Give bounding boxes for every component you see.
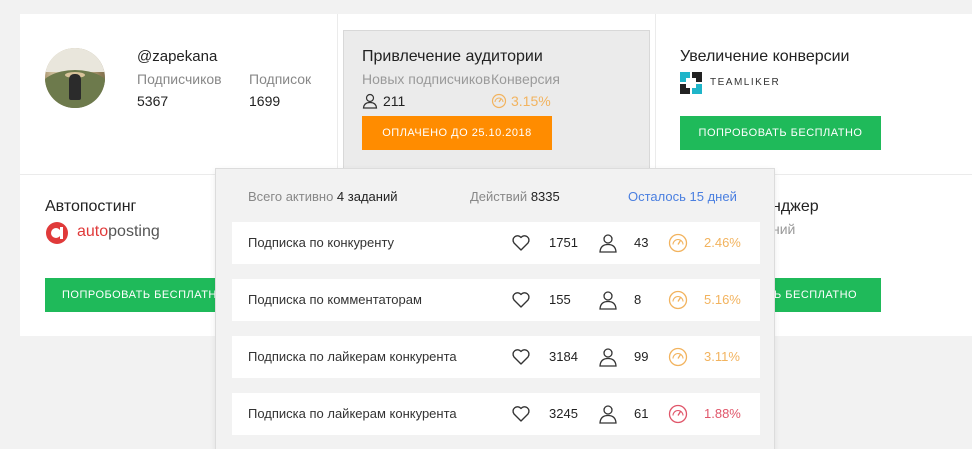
actions-label: Действий (470, 189, 528, 204)
user-icon (598, 347, 618, 367)
autoposting-logo-suffix: posting (108, 223, 160, 240)
try-free-conversion-button[interactable]: ПОПРОБОВАТЬ БЕСПЛАТНО (680, 116, 881, 150)
user-icon (598, 290, 618, 310)
messenger-subtitle: ний (772, 221, 796, 237)
gauge-icon (668, 233, 688, 253)
total-active: Всего активно 4 заданий (248, 189, 397, 204)
autoposting-logo-text: autoposting (77, 223, 160, 241)
following-label: Подписок (249, 71, 312, 87)
gauge-icon (668, 290, 688, 310)
task-conversion: 1.88% (704, 406, 741, 421)
card-divider (337, 14, 338, 174)
gauge-icon (668, 347, 688, 367)
avatar[interactable] (45, 48, 105, 108)
teamliker-logo-text: TEAMLIKER (710, 77, 781, 88)
task-name: Подписка по комментаторам (248, 292, 422, 307)
heart-icon (511, 233, 531, 253)
try-free-messenger-button[interactable]: Ь БЕСПЛАТНО (772, 278, 881, 312)
actions-total: Действий 8335 (470, 189, 560, 204)
actions-value: 8335 (530, 189, 560, 204)
messenger-title: нджер (772, 198, 819, 215)
paid-until-button[interactable]: ОПЛАЧЕНО ДО 25.10.2018 (362, 116, 552, 150)
task-likes: 1751 (549, 235, 578, 250)
user-icon (598, 233, 618, 253)
task-users: 99 (634, 349, 649, 364)
remaining-days-link[interactable]: Осталось 15 дней (628, 189, 737, 204)
gauge-icon (491, 93, 507, 109)
task-conversion: 2.46% (704, 235, 741, 250)
conversion-value: 3.15% (511, 93, 551, 109)
task-likes: 3184 (549, 349, 578, 364)
task-row[interactable]: Подписка по лайкерам конкурента 3184 99 3.1… (232, 336, 760, 378)
followers-label: Подписчиков (137, 71, 222, 87)
followers-value: 5367 (137, 93, 169, 109)
user-icon (362, 93, 378, 109)
task-name: Подписка по лайкерам конкурента (248, 349, 457, 364)
task-name: Подписка по конкуренту (248, 235, 395, 250)
task-conversion: 5.16% (704, 292, 741, 307)
total-active-value: 4 заданий (336, 189, 398, 204)
heart-icon (511, 290, 531, 310)
new-followers-label: Новых подписчиков (362, 71, 491, 87)
card-divider (655, 14, 656, 174)
try-free-autoposting-button[interactable]: ПОПРОБОВАТЬ БЕСПЛАТНО (45, 278, 225, 312)
task-name: Подписка по лайкерам конкурента (248, 406, 457, 421)
new-followers-value: 211 (383, 93, 406, 109)
conversion-title: Увеличение конверсии (680, 48, 850, 65)
task-users: 43 (634, 235, 649, 250)
autoposting-logo-icon (46, 222, 68, 244)
conversion-label: Конверсия (491, 71, 560, 87)
task-users: 8 (634, 292, 642, 307)
teamliker-logo-icon (680, 72, 702, 94)
user-icon (598, 404, 618, 424)
autoposting-title: Автопостинг (45, 198, 137, 215)
following-value: 1699 (249, 93, 281, 109)
task-row[interactable]: Подписка по конкуренту 1751 43 2.46% (232, 222, 760, 264)
gauge-icon (668, 404, 688, 424)
task-likes: 155 (549, 292, 571, 307)
autoposting-logo-prefix: auto (77, 223, 109, 240)
task-users: 61 (634, 406, 649, 421)
task-row[interactable]: Подписка по лайкерам конкурента 3245 61 1.8… (232, 393, 760, 435)
username[interactable]: @zapekana (137, 48, 217, 65)
task-row[interactable]: Подписка по комментаторам 155 8 5.16% (232, 279, 760, 321)
heart-icon (511, 347, 531, 367)
audience-title: Привлечение аудитории (362, 48, 543, 65)
task-conversion: 3.11% (704, 349, 740, 364)
total-active-label: Всего активно (248, 189, 334, 204)
task-likes: 3245 (549, 406, 578, 421)
heart-icon (511, 404, 531, 424)
